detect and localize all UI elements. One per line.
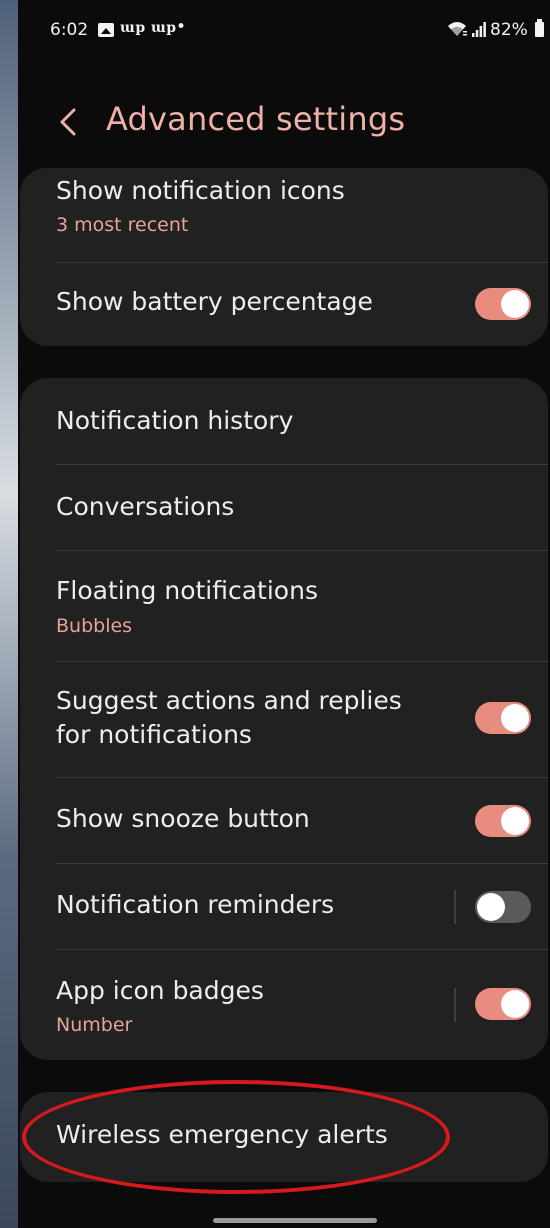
vertical-separator xyxy=(454,988,456,1022)
row-label-line1: Suggest actions and replies xyxy=(56,686,402,715)
battery-percentage: 82% xyxy=(490,20,528,40)
chevron-left-icon[interactable] xyxy=(56,106,80,138)
vertical-separator xyxy=(454,890,456,924)
app-header: Advanced settings xyxy=(18,88,550,158)
suggest-actions-toggle[interactable] xyxy=(475,702,531,734)
red-highlight-circle xyxy=(22,1080,450,1194)
snooze-button-toggle[interactable] xyxy=(475,805,531,837)
signal-icon xyxy=(472,22,486,37)
suggest-actions-row[interactable]: Suggest actions and replies for notifica… xyxy=(20,662,548,777)
battery-icon xyxy=(535,19,544,37)
toggle-knob xyxy=(501,990,529,1018)
show-snooze-button-row[interactable]: Show snooze button xyxy=(20,778,548,863)
toggle-knob xyxy=(501,704,529,732)
battery-percentage-toggle[interactable] xyxy=(475,288,531,320)
app-notification-icons: ɯp ɯp xyxy=(120,20,177,36)
row-label: Show snooze button xyxy=(56,804,310,833)
show-battery-percentage-row[interactable]: Show battery percentage xyxy=(20,263,548,346)
row-label: Show notification icons xyxy=(56,176,345,205)
row-subtitle: Bubbles xyxy=(56,615,133,637)
notification-history-row[interactable]: Notification history xyxy=(20,378,548,464)
status-bar: 6:02 ɯp ɯp • 82% xyxy=(18,0,550,62)
app-icon-badges-toggle[interactable] xyxy=(475,988,531,1020)
settings-card-notifications: Notification history Conversations Float… xyxy=(20,378,548,1060)
home-indicator[interactable] xyxy=(213,1218,377,1223)
show-notification-icons-row[interactable]: Show notification icons 3 most recent xyxy=(20,168,548,262)
app-icon-badges-row[interactable]: App icon badges Number xyxy=(20,950,548,1060)
wifi-icon xyxy=(448,22,467,36)
toggle-knob xyxy=(501,807,529,835)
notification-reminders-row[interactable]: Notification reminders xyxy=(20,864,548,949)
settings-card-status-bar: Show notification icons 3 most recent Sh… xyxy=(20,168,548,346)
row-label: Show battery percentage xyxy=(56,287,373,316)
more-notifications-dot: • xyxy=(176,17,187,37)
row-label: Conversations xyxy=(56,492,235,521)
row-label: App icon badges xyxy=(56,976,264,1005)
toggle-knob xyxy=(477,893,505,921)
gallery-icon xyxy=(98,23,114,37)
status-time: 6:02 xyxy=(50,20,89,40)
floating-notifications-row[interactable]: Floating notifications Bubbles xyxy=(20,551,548,661)
row-label: Notification reminders xyxy=(56,890,335,919)
page-title: Advanced settings xyxy=(106,100,406,138)
row-label: Floating notifications xyxy=(56,576,318,605)
row-label-line2: for notifications xyxy=(56,720,252,749)
row-subtitle: Number xyxy=(56,1014,133,1036)
row-subtitle: 3 most recent xyxy=(56,214,189,236)
toggle-knob xyxy=(501,290,529,318)
phone-screen: 6:02 ɯp ɯp • 82% Advanced settings Show … xyxy=(18,0,550,1228)
notification-reminders-toggle[interactable] xyxy=(475,891,531,923)
conversations-row[interactable]: Conversations xyxy=(20,465,548,550)
row-label: Notification history xyxy=(56,406,294,435)
